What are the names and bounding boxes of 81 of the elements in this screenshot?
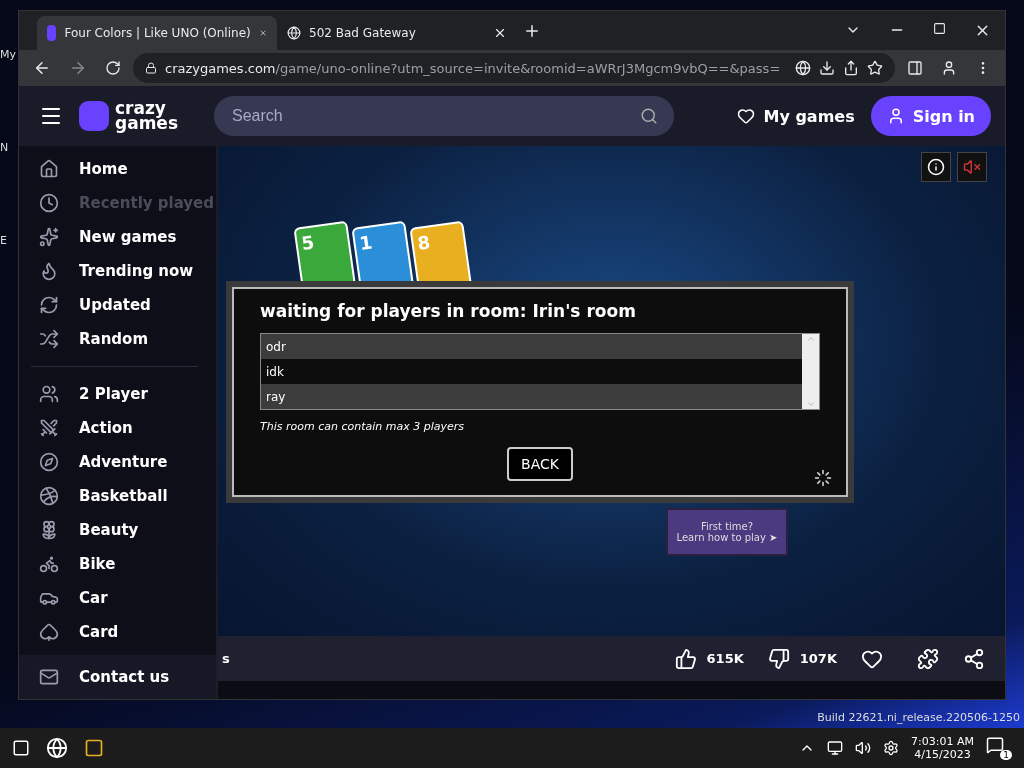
browser-tab[interactable]: 502 Bad Gateway (277, 16, 517, 51)
game-title: s (222, 651, 230, 666)
info-icon (927, 158, 945, 176)
network-icon[interactable] (827, 740, 844, 756)
address-bar[interactable]: crazygames.com/game/uno-online?utm_source=invite&roomid=aWRrJ3Mgcm9vbQ==&pass= (133, 53, 895, 84)
sidebar-item[interactable]: New games (19, 220, 216, 254)
loading-icon (814, 469, 832, 487)
notification-icon (986, 736, 1004, 754)
notification-button[interactable]: 1 (986, 736, 1012, 760)
lock-icon (145, 62, 157, 75)
info-button[interactable] (921, 152, 951, 182)
dialog-title: waiting for players in room: Irin's room (260, 301, 637, 321)
my-games-link[interactable]: My games (737, 106, 855, 126)
share-icon[interactable] (963, 647, 985, 670)
sidebar-item[interactable]: Updated (19, 288, 216, 322)
category-icon (39, 418, 59, 438)
reload-icon[interactable] (105, 60, 121, 77)
heart-icon (737, 107, 756, 125)
share-icon[interactable] (843, 60, 859, 77)
like-count: 615K (706, 651, 744, 666)
sidebar-item[interactable]: Home (19, 152, 216, 186)
notification-count: 1 (1000, 750, 1012, 760)
sidebar-item[interactable]: Adventure (19, 445, 216, 479)
build-watermark: Build 22621.ni_release.220506-1250 (817, 711, 1020, 724)
category-icon (39, 261, 59, 281)
logo-icon (79, 101, 109, 131)
search-bar[interactable]: Search (214, 96, 674, 136)
category-icon (39, 295, 59, 315)
category-icon (39, 452, 59, 472)
sidebar-item[interactable]: Action (19, 411, 216, 445)
category-icon (39, 329, 59, 349)
globe-icon[interactable] (795, 60, 811, 77)
category-icon (39, 486, 59, 506)
site-icon (47, 25, 57, 42)
sign-in-button[interactable]: Sign in (870, 96, 991, 136)
volume-icon[interactable] (855, 740, 872, 756)
dislike-count: 107K (799, 651, 837, 666)
category-icon (39, 520, 59, 540)
side-panel-icon[interactable] (907, 60, 923, 77)
profile-icon[interactable] (941, 60, 957, 77)
globe-icon (287, 26, 301, 41)
thumbs-down-icon[interactable] (767, 647, 790, 670)
category-icon (39, 227, 59, 247)
mail-icon (39, 667, 59, 687)
taskbar-clock[interactable]: 7:03:01 AM 4/15/2023 (911, 735, 974, 761)
sidebar-item[interactable]: Trending now (19, 254, 216, 288)
desktop-icon-label: E (0, 234, 8, 247)
player-row[interactable]: odr (261, 334, 802, 359)
browser-icon[interactable] (46, 737, 68, 759)
download-icon[interactable] (819, 60, 835, 77)
sidebar-item[interactable]: 2 Player (19, 377, 216, 411)
sidebar-item[interactable]: Basketball (19, 479, 216, 513)
browser-tab[interactable]: Four Colors | Like UNO (Online) (37, 16, 277, 51)
how-to-play-button[interactable]: First time? Learn how to play ➤ (666, 508, 788, 556)
contact-link[interactable]: Contact us (19, 655, 216, 699)
settings-icon[interactable] (883, 740, 900, 756)
desktop-icon-label: N (0, 141, 10, 154)
sidebar-item[interactable]: Bike (19, 547, 216, 581)
star-icon[interactable] (867, 60, 883, 77)
search-icon (640, 107, 658, 125)
search-input[interactable]: Search (230, 106, 640, 126)
sidebar-item[interactable]: Beauty (19, 513, 216, 547)
maximize-icon[interactable] (933, 22, 946, 36)
sidebar-item[interactable]: Car (19, 581, 216, 615)
category-icon (39, 384, 59, 404)
logo-text: crazy (115, 100, 167, 116)
mute-icon (963, 158, 981, 176)
category-icon (39, 622, 59, 642)
room-capacity-note: This room can contain max 3 players (260, 420, 466, 433)
puzzle-icon[interactable] (917, 647, 939, 670)
player-row[interactable]: ray (261, 384, 802, 409)
url-text: crazygames.com/game/uno-online?utm_source=invite&roomid=aWRrJ3Mgcm9vbQ==&pass= (165, 60, 782, 76)
category-icon (39, 554, 59, 574)
sidebar-item[interactable]: Random (19, 322, 216, 356)
thumbs-up-icon[interactable] (674, 647, 697, 670)
mute-button[interactable] (957, 152, 987, 182)
category-icon (39, 193, 59, 213)
sidebar-item[interactable]: Card (19, 615, 216, 649)
desktop-icon-label: My (0, 48, 17, 61)
category-icon (39, 159, 59, 179)
back-button[interactable]: BACK (507, 447, 573, 481)
